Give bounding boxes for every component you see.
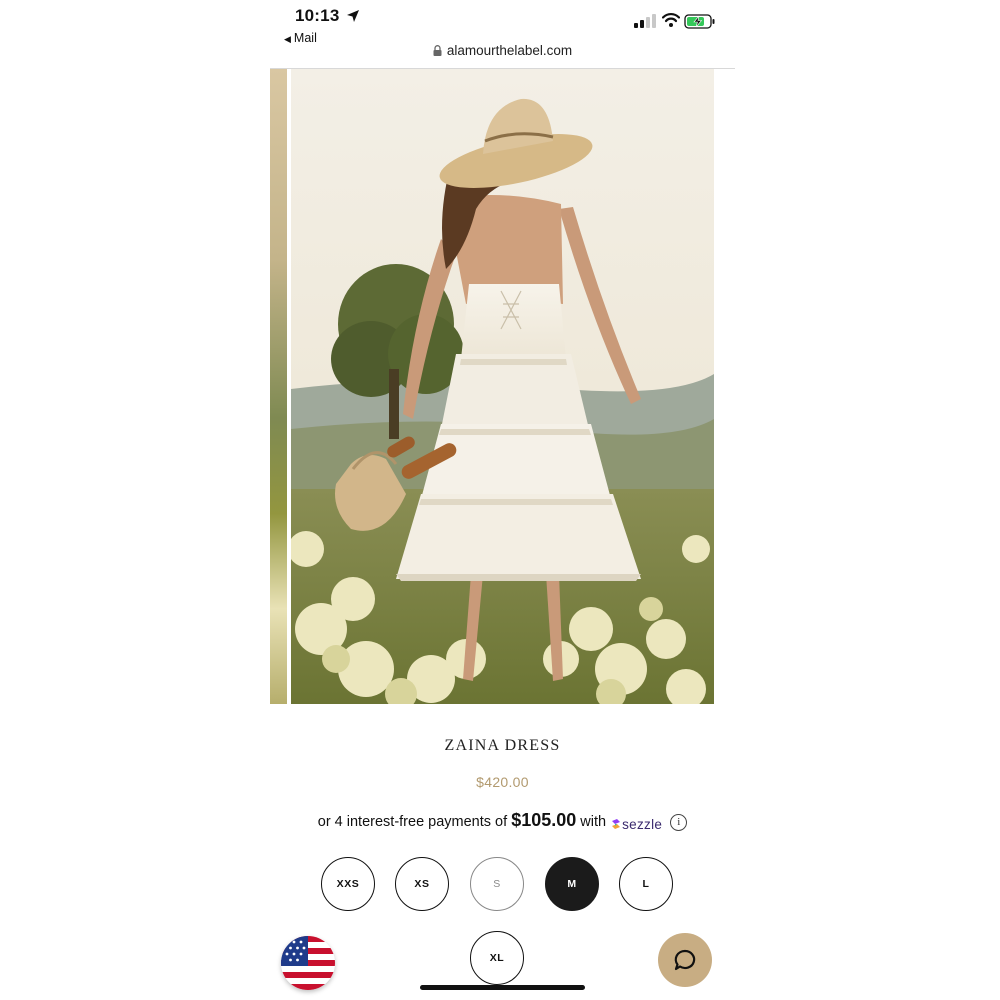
wifi-icon: [662, 13, 680, 27]
product-price: $420.00: [476, 774, 529, 790]
lock-icon: [433, 45, 442, 56]
info-icon[interactable]: i: [670, 814, 688, 831]
installments-prefix: or 4 interest-free payments of: [317, 814, 508, 830]
size-option-s[interactable]: S: [470, 857, 524, 911]
chat-bubble-icon: [674, 949, 696, 971]
sezzle-mark-icon: [612, 819, 621, 829]
us-flag-icon: [281, 936, 335, 990]
sezzle-installments: or 4 interest-free payments of $105.00 w…: [270, 810, 735, 833]
url-text: alamourthelabel.com: [446, 43, 573, 58]
location-arrow-icon: [347, 10, 359, 22]
mobile-browser: 10:13 ◀ Mail alamourthelabel.com ZAINA D…: [270, 0, 735, 1000]
installments-connector: with: [580, 814, 607, 830]
status-time: 10:13: [295, 6, 340, 25]
signal-icon: [634, 14, 656, 28]
sezzle-logo: sezzle: [610, 817, 662, 833]
address-bar[interactable]: alamourthelabel.com: [270, 43, 735, 58]
sezzle-wordmark: sezzle: [622, 817, 663, 832]
size-option-l[interactable]: L: [619, 857, 673, 911]
chat-button[interactable]: [658, 933, 712, 987]
size-option-m[interactable]: M: [545, 857, 599, 911]
product-hero-image[interactable]: [291, 69, 714, 704]
product-title: ZAINA DRESS: [444, 737, 561, 754]
currency-selector-button[interactable]: [281, 936, 335, 990]
size-option-xl[interactable]: XL: [470, 931, 524, 985]
previous-image-peek[interactable]: [270, 69, 287, 704]
size-option-xxs[interactable]: XXS: [321, 857, 375, 911]
battery-charging-icon: [684, 14, 715, 29]
size-option-xs[interactable]: XS: [395, 857, 449, 911]
home-indicator: [420, 985, 585, 990]
installment-amount: $105.00: [511, 810, 577, 830]
